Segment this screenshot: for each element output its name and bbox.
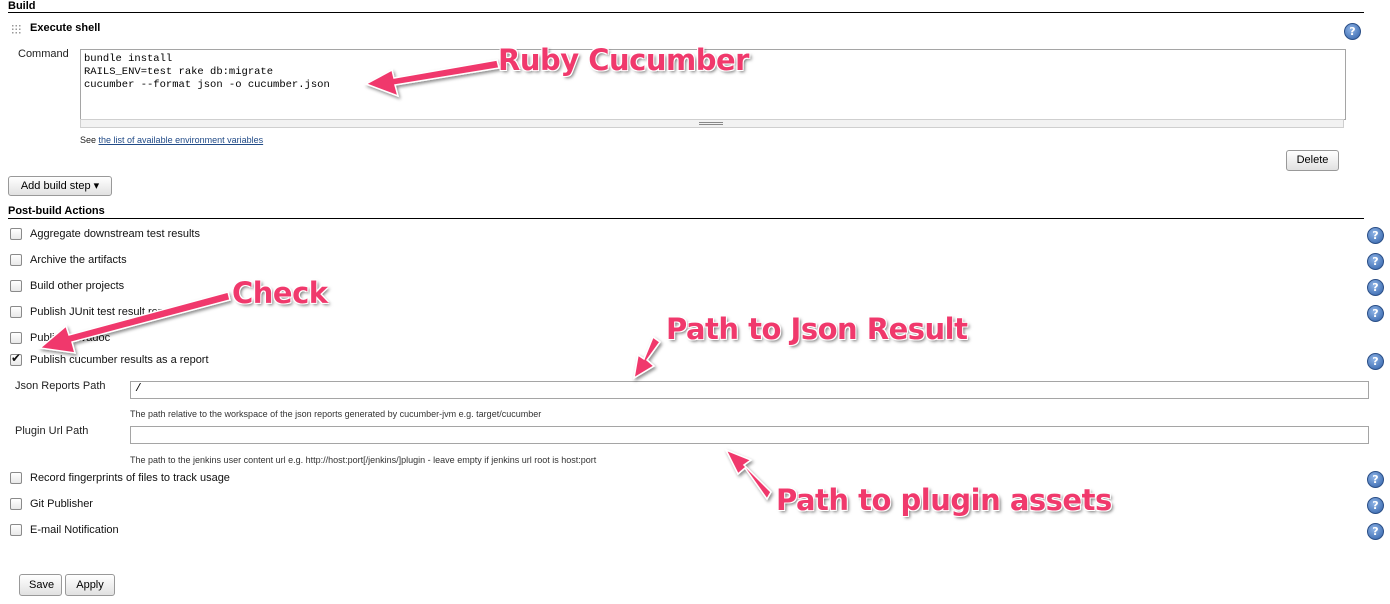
json-result-annotation: Path to Json Result [666,312,968,346]
plugin-assets-arrow [724,448,772,501]
annotation-arrows [38,59,772,501]
ruby-cucumber-arrow [364,59,500,98]
check-arrow [38,291,231,354]
ruby-cucumber-annotation: Ruby Cucumber [498,43,749,77]
json-result-arrow [632,335,662,380]
check-annotation: Check [232,276,328,310]
plugin-assets-annotation: Path to plugin assets [776,483,1112,517]
